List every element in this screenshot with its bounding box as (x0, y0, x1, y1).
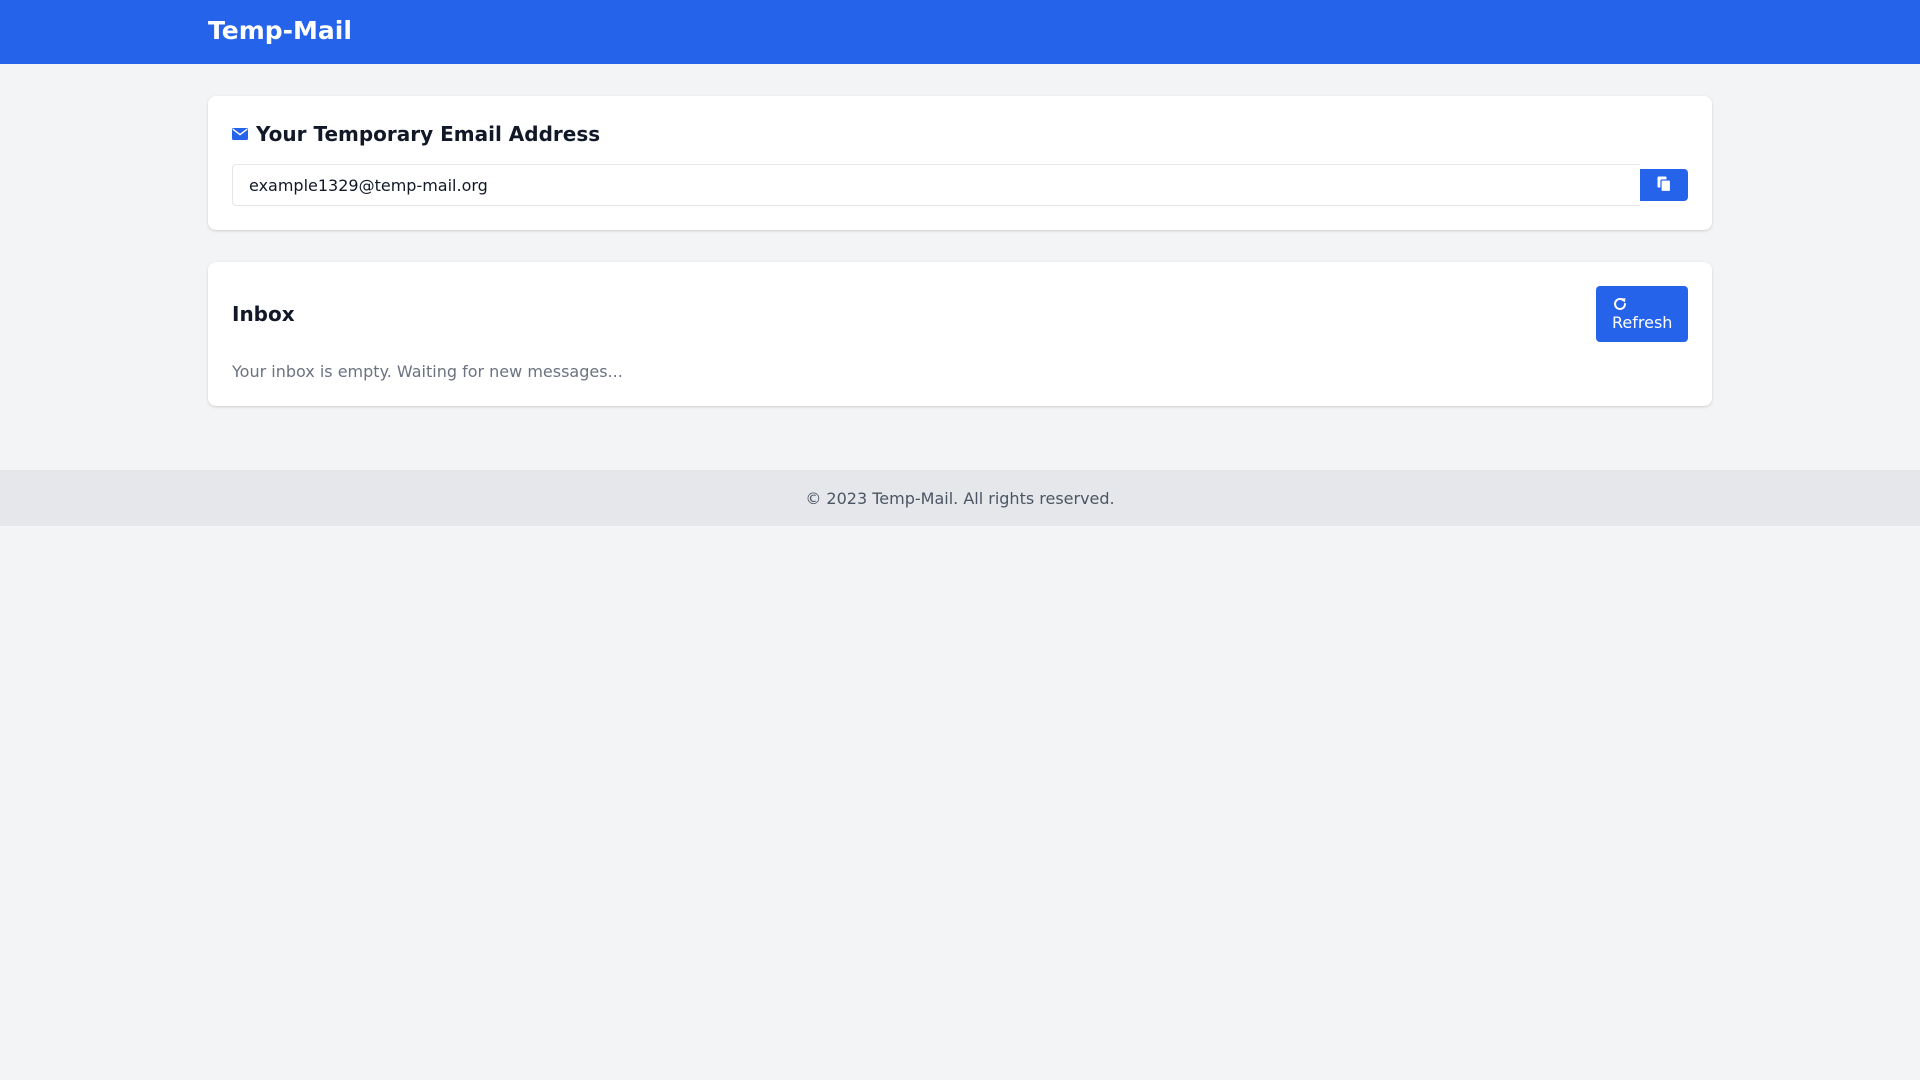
email-address-row (232, 164, 1688, 206)
footer-copyright: © 2023 Temp-Mail. All rights reserved. (805, 488, 1115, 508)
refresh-button-label: Refresh (1612, 312, 1673, 332)
refresh-button[interactable]: Refresh (1596, 286, 1688, 342)
inbox-card: Inbox Refresh Your inbox is empty. Waiti… (208, 262, 1712, 406)
envelope-icon (232, 126, 248, 142)
inbox-empty-message: Your inbox is empty. Waiting for new mes… (232, 362, 623, 381)
email-card-title: Your Temporary Email Address (232, 120, 600, 148)
brand-logo-text[interactable]: Temp-Mail (208, 15, 352, 47)
inbox-title: Inbox (232, 302, 295, 326)
page-footer: © 2023 Temp-Mail. All rights reserved. (0, 470, 1920, 526)
copy-email-button[interactable] (1640, 169, 1688, 201)
refresh-icon (1612, 296, 1628, 312)
copy-icon (1657, 176, 1672, 195)
email-address-card: Your Temporary Email Address (208, 96, 1712, 230)
email-address-field[interactable] (232, 164, 1640, 206)
top-bar: Temp-Mail (0, 0, 1920, 64)
email-card-title-text: Your Temporary Email Address (256, 122, 601, 146)
